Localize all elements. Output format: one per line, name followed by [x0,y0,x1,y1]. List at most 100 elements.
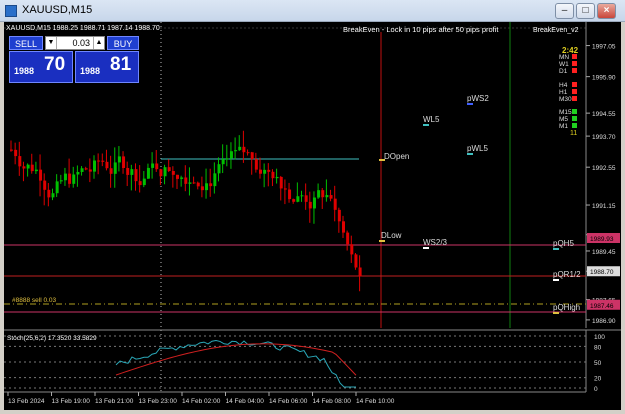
candle-body [34,169,38,172]
candle-body [171,171,175,175]
stochastic-tick-label: 100 [594,334,605,341]
candle-body [246,152,250,154]
level-marker [467,153,473,155]
candle-body [254,159,258,170]
candle-body [342,221,345,233]
candle-body [292,199,296,202]
timeframe-status-dot [572,54,577,59]
timeframe-label: H1 [559,89,568,96]
candle-body [59,180,63,182]
stochastic-tick-label: 0 [594,386,598,393]
candle-body [209,183,213,187]
sell-button[interactable]: SELL [9,36,43,50]
level-marker [553,279,559,281]
candle-body [122,156,126,168]
timeframe-status-dot [572,123,577,128]
price-tick-label: 1997.05 [592,44,616,51]
candle-body [30,164,34,172]
one-click-trading-panel: SELL ▼ 0.03 ▲ BUY 1988 70 1988 81 [9,36,139,84]
time-tick-label: 14 Feb 08:00 [313,398,352,405]
maximize-button[interactable]: □ [576,3,595,19]
ea-banner: BreakEven - Lock in 10 pips after 50 pip… [343,25,499,34]
candle-body [105,161,109,169]
candle-body [213,173,217,187]
candle-body [333,198,337,210]
level-label-pwl5: pWL5 [467,144,488,153]
candle-body [317,190,321,198]
minimize-button[interactable]: – [555,3,574,19]
candle-body [63,173,67,181]
close-button[interactable]: × [597,3,616,19]
candle-body [176,174,179,179]
stochastic-label: Stoch(25,6,2) 17.3520 33.5829 [7,335,97,342]
timeframe-status-dot [572,82,577,87]
timeframe-label: W1 [559,61,569,68]
timeframe-status: MNW1D1 H4H1M30 M15M5M1 [559,54,577,130]
window-title: XAUUSD,M15 [22,4,93,16]
candle-body [43,180,47,190]
time-tick-label: 13 Feb 23:00 [139,398,178,405]
candle-body [167,167,171,172]
stochastic-tick-label: 20 [594,376,602,383]
timeframe-label: H4 [559,82,568,89]
sell-price-pips: 70 [44,54,66,75]
time-tick-label: 14 Feb 04:00 [226,398,265,405]
level-label-dlow: DLow [381,231,402,240]
candle-body [192,182,196,184]
sell-price-box[interactable]: 1988 70 [9,51,73,83]
candles [10,130,362,292]
candle-body [250,152,254,160]
stochastic-tick-label: 80 [594,344,602,351]
stochastic-grid [4,335,586,389]
sell-price-prefix: 1988 [14,66,35,76]
level-label-ws23: WS2/3 [423,238,448,247]
price-tick-label: 1995.90 [592,75,616,82]
candle-body [51,193,55,198]
price-chart[interactable]: XAUUSD,M15 1988.25 1988.71 1987.14 1988.… [4,22,621,410]
time-tick-label: 14 Feb 06:00 [269,398,308,405]
candle-body [225,158,229,160]
level-label-pws2: pWS2 [467,94,489,103]
candle-body [117,156,121,163]
price-tick-label: 1991.15 [592,203,616,210]
candle-body [76,171,80,175]
buy-price-prefix: 1988 [80,66,101,76]
price-tick-label: 1994.55 [592,111,616,118]
level-marker [467,103,473,105]
candle-body [68,173,72,184]
candle-body [109,168,113,174]
candle-body [337,209,341,222]
buy-button[interactable]: BUY [107,36,139,50]
candle-body [304,195,308,202]
price-scale: 1997.05 1995.90 1994.55 1993.70 1992.55 1991.… [586,44,616,325]
level-marker [423,124,429,126]
candle-body [205,183,209,191]
price-tag-label: 1987.46 [590,303,614,310]
lot-size-value: 0.03 [72,38,90,48]
price-tick-label: 1989.45 [592,249,616,256]
lot-increase-icon[interactable]: ▲ [93,37,104,49]
candle-body [138,181,142,186]
candle-body [350,244,354,255]
candle-body [325,195,329,198]
level-marker [423,247,429,249]
candle-body [22,166,26,169]
candle-body [188,182,192,184]
lot-size-field[interactable]: ▼ 0.03 ▲ [45,36,105,50]
level-markers [379,103,559,314]
timeframe-count: 11 [570,130,577,137]
candle-body [217,164,221,174]
candle-body [93,160,96,172]
timeframe-status-dot [572,109,577,114]
level-label-pqr12: pQR1/2 [553,270,581,279]
candle-body [72,174,76,184]
candle-body [267,169,271,172]
candle-body [180,177,184,179]
time-tick-label: 14 Feb 02:00 [182,398,221,405]
level-label-dopen: DOpen [384,152,409,161]
lot-decrease-icon[interactable]: ▼ [46,37,57,49]
buy-price-box[interactable]: 1988 81 [75,51,139,83]
candle-body [18,156,22,167]
candle-body [346,232,350,245]
candle-body [10,149,13,151]
